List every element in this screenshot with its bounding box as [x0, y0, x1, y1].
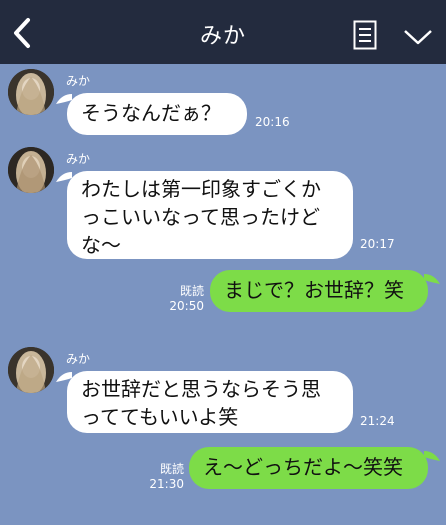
message-line: っこいいなって思ったけど	[81, 205, 320, 229]
bubble-tail	[424, 274, 440, 284]
message-text: え〜どっちだよ〜笑笑	[203, 455, 403, 479]
sender-name: みか	[66, 74, 91, 88]
bubble-tail	[424, 451, 440, 461]
message-line: わたしは第一印象すごくか	[81, 177, 321, 201]
message-text: そうなんだぁ？	[81, 101, 221, 125]
sender-name: みか	[66, 152, 91, 166]
avatar[interactable]	[8, 69, 54, 115]
message-time: 21:30	[149, 477, 184, 491]
notes-icon[interactable]	[353, 20, 377, 50]
message-time: 21:24	[360, 414, 395, 428]
message-line: な〜	[81, 233, 121, 257]
sender-name: みか	[66, 352, 91, 366]
message-time: 20:17	[360, 237, 395, 251]
message-bubble[interactable]: え〜どっちだよ〜笑笑	[189, 447, 428, 489]
chevron-down-icon[interactable]	[403, 28, 433, 46]
chat-header: みか	[0, 0, 446, 64]
message-line: お世辞だと思うならそう思	[81, 377, 321, 401]
read-status: 既読	[179, 284, 204, 298]
message-bubble[interactable]: わたしは第一印象すごくか っこいいなって思ったけど な〜	[67, 171, 353, 259]
message-time: 20:50	[169, 299, 204, 313]
message-time: 20:16	[255, 115, 290, 129]
chat-title: みか	[199, 24, 246, 49]
avatar[interactable]	[8, 347, 54, 393]
message-bubble[interactable]: そうなんだぁ？	[67, 93, 247, 135]
message-text: まじで？お世辞？笑	[224, 278, 404, 302]
message-line: っててもいいよ笑	[81, 405, 239, 429]
avatar[interactable]	[8, 147, 54, 193]
message-bubble[interactable]: まじで？お世辞？笑	[210, 270, 428, 312]
message-bubble[interactable]: お世辞だと思うならそう思 っててもいいよ笑	[67, 371, 353, 433]
read-status: 既読	[159, 462, 184, 476]
